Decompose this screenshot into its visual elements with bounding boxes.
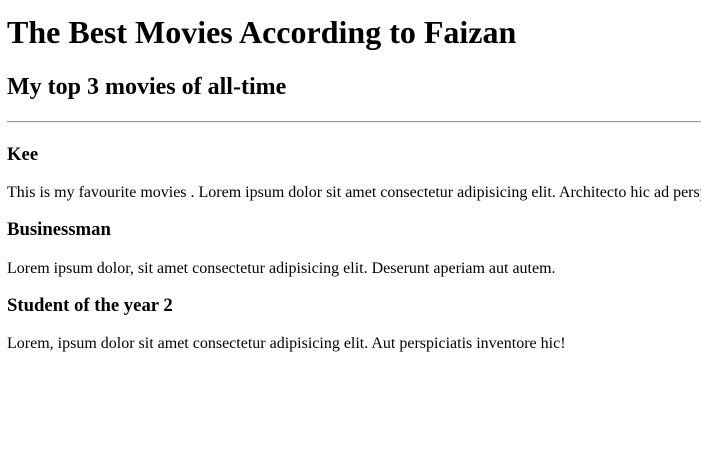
movie-item: Student of the year 2 Lorem, ipsum dolor… [7,278,701,353]
movie-title: Kee [7,144,39,165]
movie-title: Student of the year 2 [7,295,173,316]
movie-item: Businessman Lorem ipsum dolor, sit amet … [7,202,701,278]
page-subtitle: My top 3 movies of all-time [7,74,287,100]
page: The Best Movies According to Faizan My t… [0,0,701,468]
movie-title: Businessman [7,219,111,240]
movie-item: Kee This is my favourite movies . Lorem … [7,123,701,202]
movie-description: This is my favourite movies . Lorem ipsu… [7,184,701,201]
page-title: The Best Movies According to Faizan [7,14,517,50]
movie-description: Lorem, ipsum dolor sit amet consectetur … [7,335,566,352]
movie-description: Lorem ipsum dolor, sit amet consectetur … [7,260,556,277]
